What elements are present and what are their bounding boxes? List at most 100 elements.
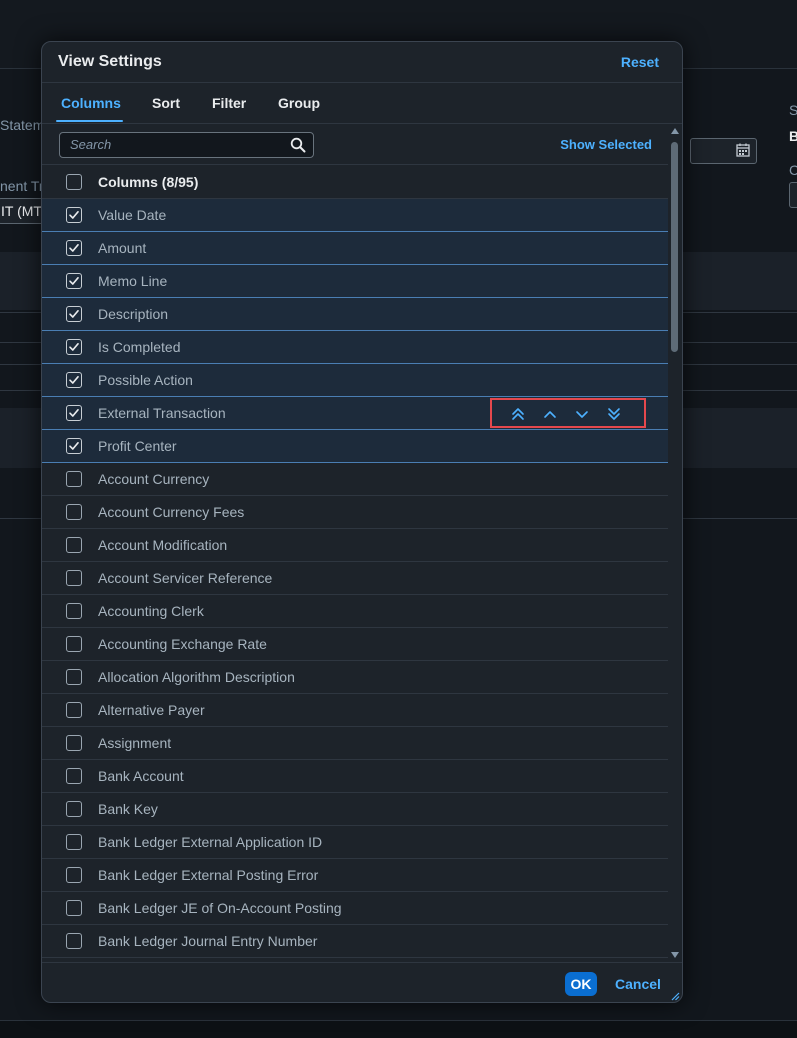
- select-all-row[interactable]: Columns (8/95): [42, 165, 668, 199]
- column-checkbox[interactable]: [66, 933, 82, 949]
- column-row[interactable]: Accounting Exchange Rate: [42, 628, 668, 661]
- checkmark-icon: [69, 441, 79, 450]
- checkmark-icon: [69, 342, 79, 351]
- column-checkbox[interactable]: [66, 669, 82, 685]
- column-label: Account Servicer Reference: [98, 570, 273, 586]
- column-row[interactable]: Bank Ledger Journal Entry Number: [42, 925, 668, 958]
- column-label: Profit Center: [98, 438, 177, 454]
- column-label: Bank Ledger External Application ID: [98, 834, 323, 850]
- reset-button[interactable]: Reset: [621, 54, 659, 70]
- column-checkbox[interactable]: [66, 240, 82, 256]
- column-label: Is Completed: [98, 339, 181, 355]
- checkmark-icon: [69, 375, 79, 384]
- move-to-bottom-icon[interactable]: [604, 405, 624, 423]
- column-row[interactable]: Account Modification: [42, 529, 668, 562]
- column-checkbox[interactable]: [66, 867, 82, 883]
- column-row[interactable]: External Transaction: [42, 397, 668, 430]
- tab-columns[interactable]: Columns: [61, 95, 121, 111]
- bg-date-input[interactable]: [690, 138, 757, 164]
- column-row[interactable]: Account Currency: [42, 463, 668, 496]
- column-label: Bank Key: [98, 801, 158, 817]
- bg-right-input[interactable]: [789, 182, 797, 208]
- list-scrollbar[interactable]: [668, 124, 682, 962]
- column-label: Accounting Clerk: [98, 603, 204, 619]
- column-row[interactable]: Account Currency Fees: [42, 496, 668, 529]
- column-checkbox[interactable]: [66, 834, 82, 850]
- column-checkbox[interactable]: [66, 339, 82, 355]
- column-checkbox[interactable]: [66, 372, 82, 388]
- cancel-button[interactable]: Cancel: [615, 976, 661, 992]
- select-all-checkbox[interactable]: [66, 174, 82, 190]
- column-checkbox[interactable]: [66, 273, 82, 289]
- active-tab-indicator: [56, 120, 123, 122]
- column-row[interactable]: Bank Ledger External Posting Error: [42, 859, 668, 892]
- column-label: Alternative Payer: [98, 702, 205, 718]
- column-checkbox[interactable]: [66, 735, 82, 751]
- dialog-title: View Settings: [58, 53, 162, 70]
- tab-sort[interactable]: Sort: [152, 95, 180, 111]
- column-checkbox[interactable]: [66, 438, 82, 454]
- tab-group[interactable]: Group: [278, 95, 320, 111]
- column-checkbox[interactable]: [66, 207, 82, 223]
- column-checkbox[interactable]: [66, 801, 82, 817]
- tab-bar: Columns Sort Filter Group: [42, 83, 682, 124]
- column-checkbox[interactable]: [66, 570, 82, 586]
- column-label: Value Date: [98, 207, 167, 223]
- columns-list: Columns (8/95) Value Date Amount Memo Line…: [42, 165, 668, 962]
- column-row[interactable]: Profit Center: [42, 430, 668, 463]
- resize-handle-icon[interactable]: [670, 991, 680, 1001]
- column-label: Bank Ledger External Posting Error: [98, 867, 319, 883]
- bg-right-label-c: C: [789, 162, 797, 178]
- search-input[interactable]: Search: [59, 132, 314, 158]
- column-checkbox[interactable]: [66, 702, 82, 718]
- column-row[interactable]: Memo Line: [42, 265, 668, 298]
- column-row[interactable]: Allocation Algorithm Description: [42, 661, 668, 694]
- move-down-icon[interactable]: [572, 405, 592, 423]
- column-checkbox[interactable]: [66, 504, 82, 520]
- column-checkbox[interactable]: [66, 636, 82, 652]
- checkmark-icon: [69, 276, 79, 285]
- column-label: Account Currency: [98, 471, 210, 487]
- column-row[interactable]: Value Date: [42, 199, 668, 232]
- move-to-top-icon[interactable]: [508, 405, 528, 423]
- scroll-down-arrow-icon[interactable]: [671, 952, 679, 958]
- column-label: External Transaction: [98, 405, 226, 421]
- calendar-icon[interactable]: [736, 143, 750, 157]
- column-label: Memo Line: [98, 273, 168, 289]
- view-settings-dialog: View Settings Reset Columns Sort Filter …: [41, 41, 683, 1003]
- column-checkbox[interactable]: [66, 537, 82, 553]
- show-selected-button[interactable]: Show Selected: [560, 137, 652, 152]
- column-row[interactable]: Accounting Clerk: [42, 595, 668, 628]
- column-row[interactable]: Bank Key: [42, 793, 668, 826]
- column-row[interactable]: Account Servicer Reference: [42, 562, 668, 595]
- move-up-icon[interactable]: [540, 405, 560, 423]
- column-row[interactable]: Amount: [42, 232, 668, 265]
- column-label: Allocation Algorithm Description: [98, 669, 295, 685]
- column-label: Amount: [98, 240, 147, 256]
- search-icon[interactable]: [290, 137, 306, 153]
- column-checkbox[interactable]: [66, 306, 82, 322]
- column-row[interactable]: Alternative Payer: [42, 694, 668, 727]
- scroll-up-arrow-icon[interactable]: [671, 128, 679, 134]
- checkmark-icon: [69, 408, 79, 417]
- columns-toolbar: Search Show Selected: [42, 124, 668, 165]
- tab-filter[interactable]: Filter: [212, 95, 246, 111]
- column-row[interactable]: Bank Ledger External Application ID: [42, 826, 668, 859]
- dialog-header: View Settings Reset: [42, 42, 682, 83]
- column-row[interactable]: Is Completed: [42, 331, 668, 364]
- ok-button[interactable]: OK: [565, 972, 597, 996]
- column-row[interactable]: Description: [42, 298, 668, 331]
- column-row[interactable]: Bank Ledger JE of On-Account Posting: [42, 892, 668, 925]
- column-label: Account Currency Fees: [98, 504, 245, 520]
- scrollbar-thumb[interactable]: [671, 142, 678, 352]
- column-row[interactable]: Assignment: [42, 727, 668, 760]
- column-label: Assignment: [98, 735, 172, 751]
- column-checkbox[interactable]: [66, 471, 82, 487]
- column-checkbox[interactable]: [66, 900, 82, 916]
- column-checkbox[interactable]: [66, 405, 82, 421]
- column-checkbox[interactable]: [66, 603, 82, 619]
- column-row[interactable]: Bank Account: [42, 760, 668, 793]
- bg-payment-input[interactable]: IT (MTS: [0, 198, 51, 224]
- column-row[interactable]: Possible Action: [42, 364, 668, 397]
- column-checkbox[interactable]: [66, 768, 82, 784]
